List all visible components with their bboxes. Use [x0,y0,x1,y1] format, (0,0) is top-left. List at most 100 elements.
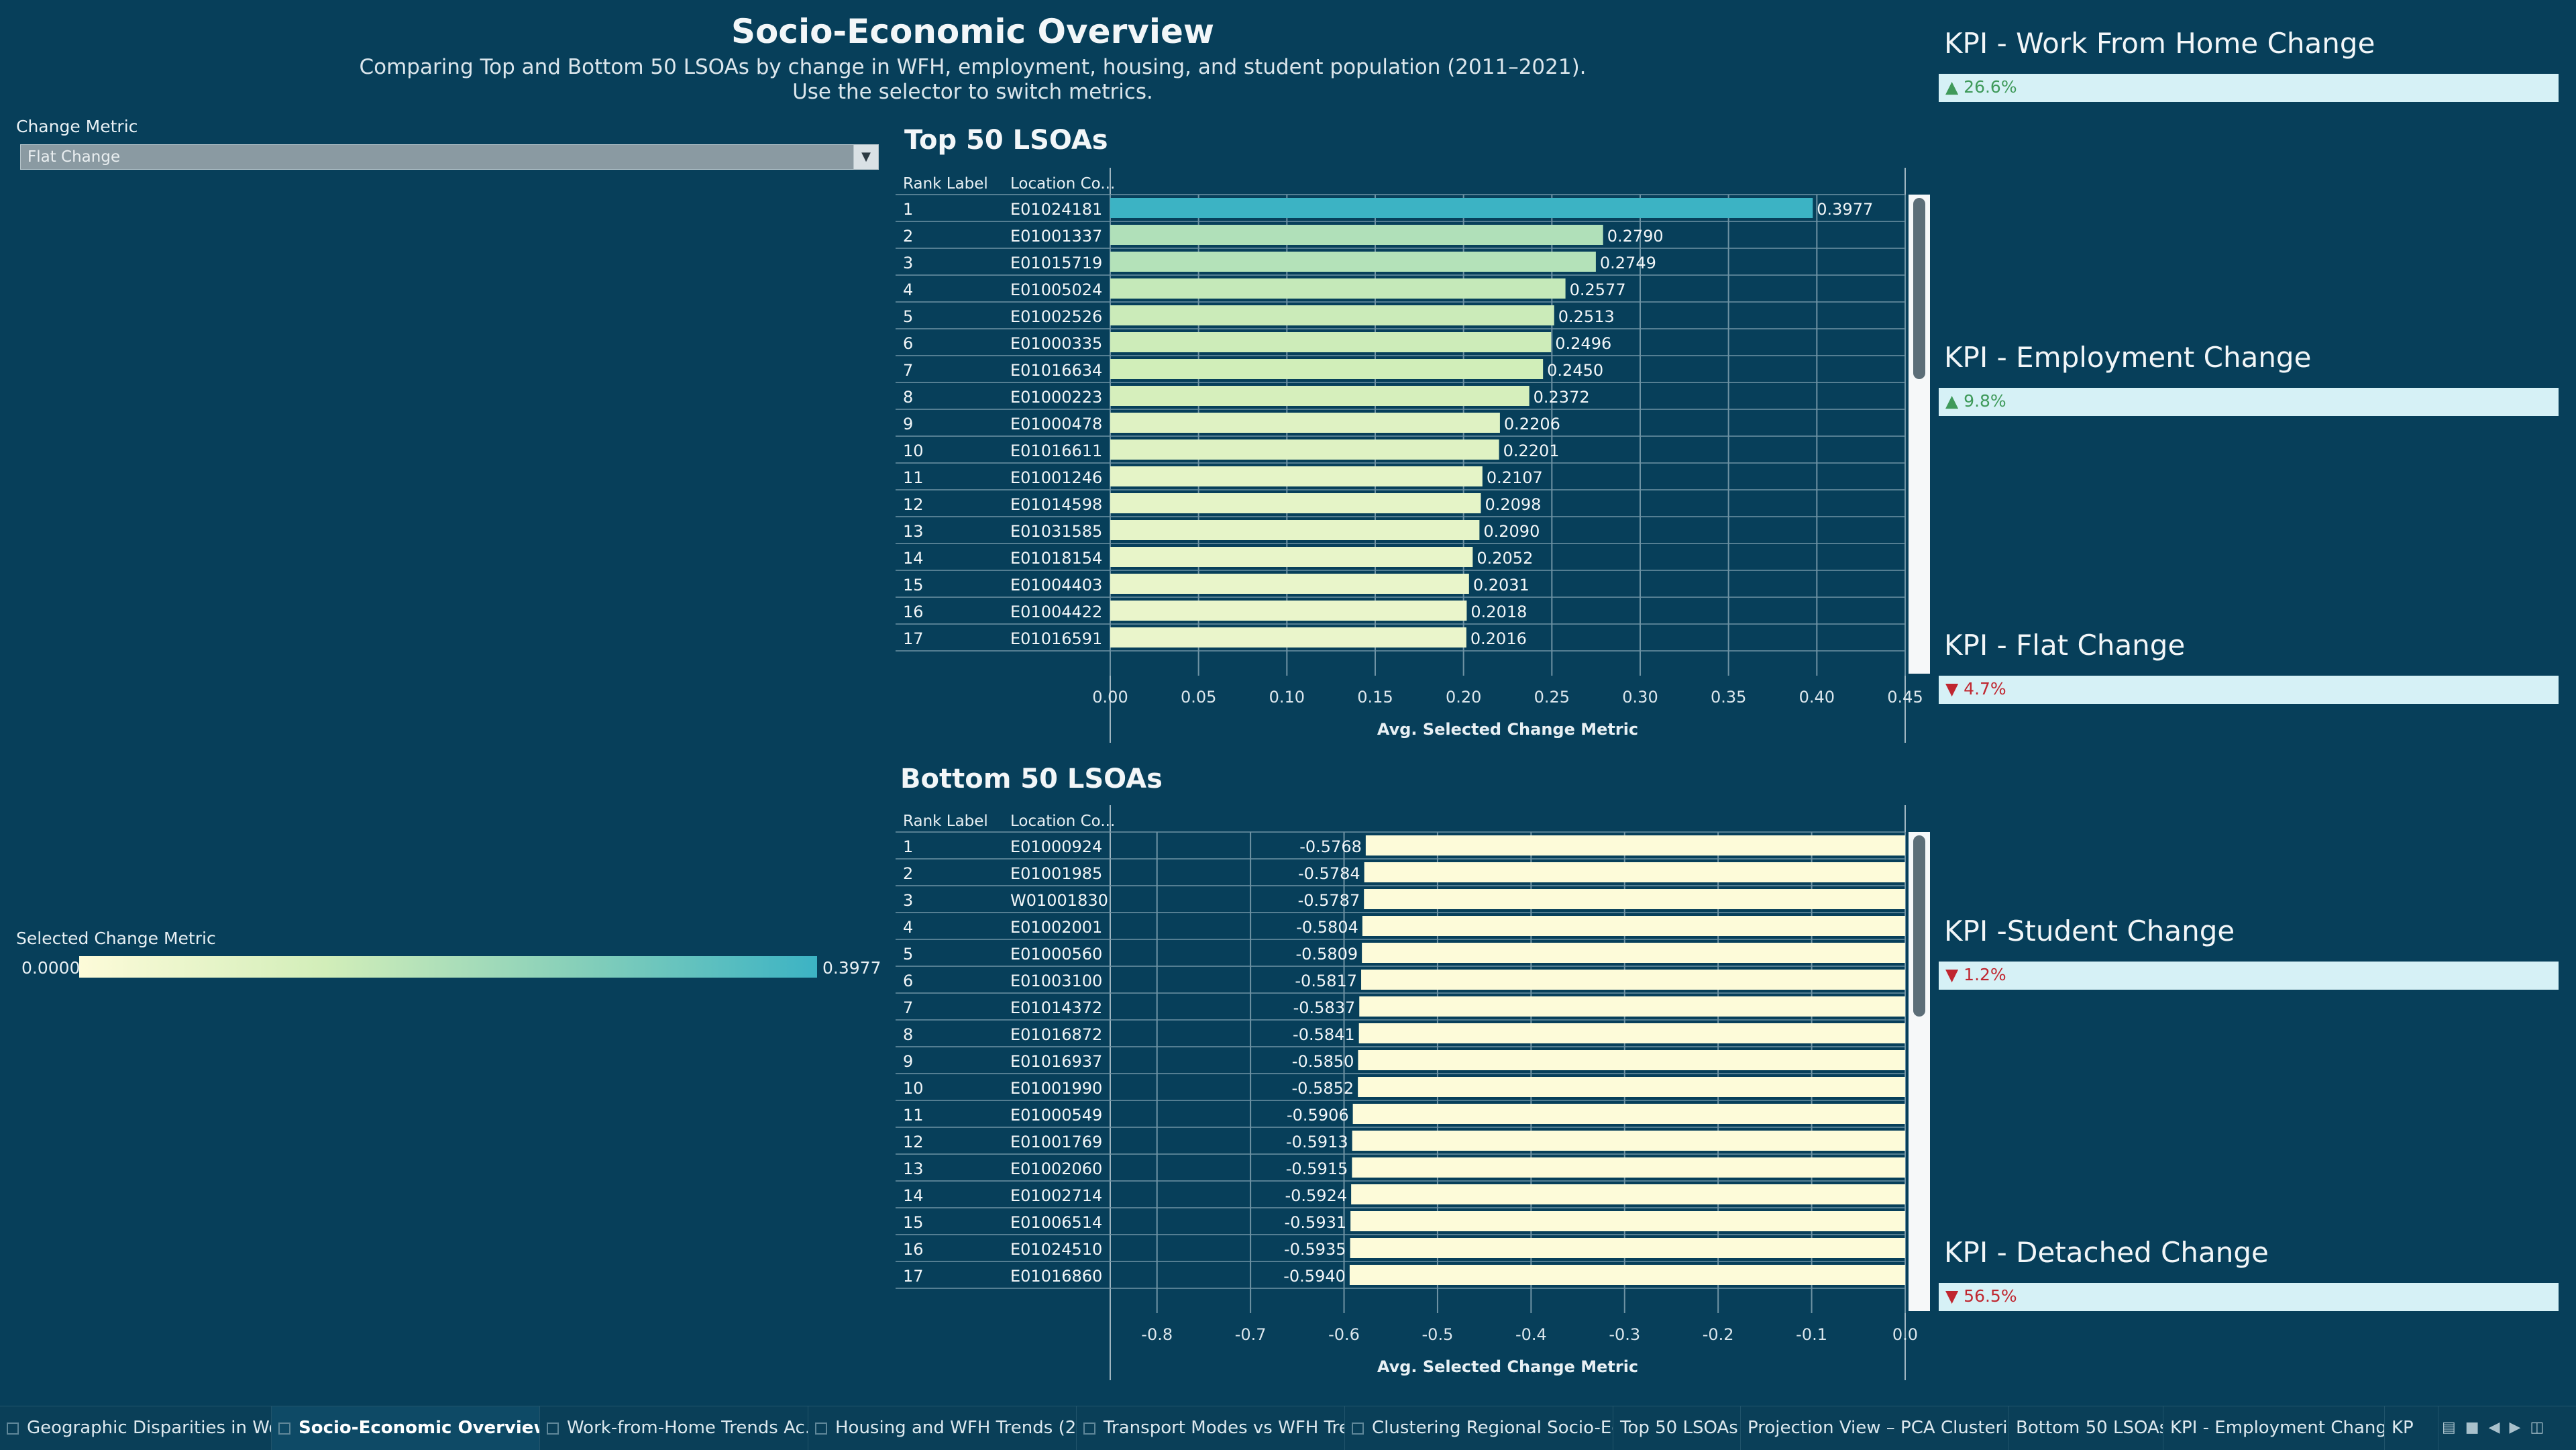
grid-view-icon[interactable]: ■ [2465,1419,2479,1436]
location-code-cell: E01018154 [1010,549,1102,568]
rank-cell: 2 [903,864,913,883]
next-sheet-icon[interactable]: ▶ [2510,1419,2521,1436]
bar[interactable] [1110,278,1566,299]
bar-value-label: 0.2577 [1570,280,1626,299]
bar[interactable] [1362,943,1905,963]
sheet-tab[interactable]: Bottom 50 LSOAs [2009,1406,2163,1450]
bar-value-label: -0.5924 [1285,1186,1347,1205]
bar[interactable] [1362,916,1905,936]
rank-cell: 14 [903,549,924,568]
bar-value-label: 0.2790 [1607,227,1664,246]
change-metric-dropdown[interactable]: Flat Change ▼ [20,144,879,170]
bar[interactable] [1364,889,1905,909]
bar[interactable] [1349,1265,1905,1285]
sheet-tab[interactable]: Work-from-Home Trends Ac... [540,1406,808,1450]
x-tick-label: -0.6 [1328,1325,1360,1344]
bar[interactable] [1110,225,1603,245]
top-50-bar-chart[interactable]: Rank Label Location Co... 0.00 0.05 0.10 0.15… [892,168,1932,745]
bar[interactable] [1110,359,1544,379]
rank-cell: 15 [903,1213,924,1232]
bar-value-label: -0.5913 [1286,1133,1348,1151]
page-instructions: Use the selector to switch metrics. [792,80,1153,104]
location-code-cell: E01000223 [1010,388,1102,407]
bar[interactable] [1110,332,1552,352]
bar[interactable] [1352,1157,1905,1178]
rank-cell: 8 [903,1025,913,1044]
location-code-cell: E01016872 [1010,1025,1102,1044]
bar[interactable] [1110,547,1473,567]
bar[interactable] [1358,1050,1905,1070]
bar[interactable] [1110,493,1481,513]
kpi-value-box: ▼ 1.2% [1939,962,2559,990]
bar[interactable] [1350,1211,1905,1231]
sheet-tab[interactable]: Clustering Regional Socio-Ec... [1345,1406,1613,1450]
x-tick-label: -0.2 [1703,1325,1734,1344]
filmstrip-view-icon[interactable]: ▤ [2442,1419,2456,1436]
sheet-tab[interactable]: Housing and WFH Trends (2... [808,1406,1077,1450]
x-tick-label: -0.7 [1235,1325,1267,1344]
sheet-tab-label: Work-from-Home Trends Ac... [567,1418,808,1438]
location-code-cell: W01001830 [1010,891,1108,910]
x-tick-label: -0.1 [1796,1325,1827,1344]
bar[interactable] [1359,996,1905,1017]
bar[interactable] [1110,413,1500,433]
location-code-cell: E01002001 [1010,918,1102,937]
sheet-tab[interactable]: KPI - Employment Change [2163,1406,2385,1450]
location-code-cell: E01014598 [1010,495,1102,514]
bar[interactable] [1364,862,1905,882]
rank-cell: 4 [903,918,913,937]
bar[interactable] [1110,305,1554,325]
bar-value-label: 0.2372 [1534,388,1590,407]
x-tick-label: 0.00 [1092,688,1128,707]
bar[interactable] [1361,970,1905,990]
bar[interactable] [1110,627,1466,648]
bar[interactable] [1110,466,1483,486]
sheet-navigation[interactable]: ▤ ■ ◀ ▶ ◫ [2442,1419,2544,1436]
x-tick-label: 0.25 [1534,688,1570,707]
bar[interactable] [1110,252,1596,272]
kpi-title: KPI - Work From Home Change [1944,27,2375,60]
bottom-50-bar-chart[interactable]: Rank Label Location Co... -0.8 -0.7 -0.6 -0.5… [892,805,1932,1382]
x-tick-label: 0.15 [1357,688,1393,707]
bar[interactable] [1110,198,1813,218]
bar[interactable] [1358,1077,1905,1097]
present-mode-icon[interactable]: ◫ [2530,1419,2544,1436]
bar[interactable] [1350,1238,1905,1258]
sheet-tab[interactable]: Top 50 LSOAs [1613,1406,1741,1450]
bar-value-label: 0.2206 [1504,415,1560,433]
sheet-tab[interactable]: Socio-Economic Overview (... [272,1406,540,1450]
rank-cell: 2 [903,227,913,246]
bar[interactable] [1358,1023,1905,1043]
location-code-cell: E01015719 [1010,254,1102,272]
bar[interactable] [1110,601,1467,621]
chevron-down-icon[interactable]: ▼ [853,145,878,169]
bar[interactable] [1110,439,1499,460]
sheet-tab-label: Clustering Regional Socio-Ec... [1372,1418,1613,1438]
bar[interactable] [1352,1131,1905,1151]
bar-value-label: 0.2031 [1473,576,1529,594]
sheet-tab[interactable]: KP [2385,1406,2438,1450]
location-code-cell: E01016937 [1010,1052,1102,1071]
rank-cell: 12 [903,1133,924,1151]
location-code-cell: E01031585 [1010,522,1102,541]
sheet-tab[interactable]: Projection View – PCA Clusterin... [1741,1406,2009,1450]
bottom-50-title: Bottom 50 LSOAs [900,764,1163,794]
location-code-cell: E01016591 [1010,629,1102,648]
location-code-cell: E01000924 [1010,837,1102,856]
bar[interactable] [1110,386,1529,406]
sheet-tab[interactable]: Transport Modes vs WFH Tre... [1077,1406,1345,1450]
scrollbar-thumb[interactable] [1913,198,1925,379]
sheet-tab[interactable]: Geographic Disparities in Wo... [0,1406,272,1450]
bar-value-label: 0.2513 [1558,307,1615,326]
rank-cell: 5 [903,945,913,964]
location-code-cell: E01016611 [1010,442,1102,460]
bar[interactable] [1351,1184,1905,1204]
bar[interactable] [1352,1104,1905,1124]
rank-cell: 4 [903,280,913,299]
bar[interactable] [1365,835,1905,856]
bar[interactable] [1110,520,1480,540]
bar[interactable] [1110,574,1469,594]
sheet-tab-label: Projection View – PCA Clusterin... [1748,1418,2009,1438]
prev-sheet-icon[interactable]: ◀ [2489,1419,2500,1436]
scrollbar-thumb[interactable] [1913,835,1925,1017]
